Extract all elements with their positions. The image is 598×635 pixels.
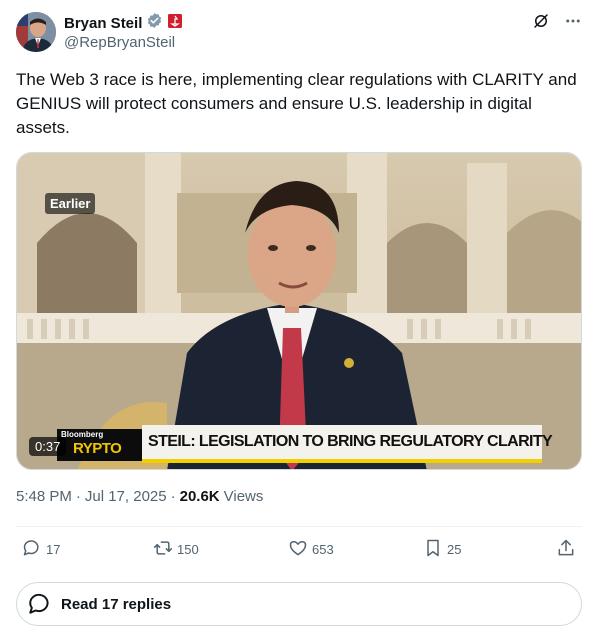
bookmark-count: 25 (447, 542, 462, 557)
repost-button[interactable]: 150 (153, 538, 199, 561)
divider-top (16, 526, 582, 527)
house-seal-icon (167, 13, 183, 34)
tweet-date[interactable]: Jul 17, 2025 (85, 488, 167, 505)
views-count: 20.6K (179, 488, 220, 505)
earlier-badge: Earlier (45, 193, 96, 214)
action-bar: 17 150 653 25 (16, 538, 582, 562)
tweet-header: Bryan Steil @RepBryanSteil (16, 12, 582, 56)
like-button[interactable]: 653 (288, 538, 334, 561)
grok-icon[interactable] (532, 12, 550, 35)
reply-count: 17 (46, 542, 61, 557)
meta-separator-2: · (170, 488, 176, 505)
earlier-label: Earlier (50, 196, 91, 211)
repost-count: 150 (177, 542, 199, 557)
views-label: Views (223, 488, 264, 505)
tweet-meta: 5:48 PM · Jul 17, 2025 · 20.6K Views (16, 488, 263, 505)
tweet-time[interactable]: 5:48 PM (16, 488, 72, 505)
read-replies-button[interactable]: Read 17 replies (16, 582, 582, 626)
author-handle[interactable]: @RepBryanSteil (64, 34, 183, 51)
reply-button[interactable]: 17 (22, 538, 60, 561)
network-label: Bloomberg (61, 430, 104, 439)
bookmark-icon (423, 538, 443, 561)
show-label: RYPTO (73, 440, 122, 457)
repost-icon (153, 538, 173, 561)
read-replies-label: Read 17 replies (61, 595, 172, 613)
duration-label: 0:37 (35, 439, 61, 454)
heart-icon (288, 538, 308, 561)
share-icon (556, 538, 576, 561)
share-button[interactable] (556, 538, 576, 561)
author-display-name[interactable]: Bryan Steil (64, 15, 142, 32)
author-names: Bryan Steil @RepBryanSteil (64, 13, 183, 51)
video-player[interactable]: Earlier Bloomberg RYPTO STEIL: LEGISLATI… (16, 152, 582, 470)
video-duration: 0:37 (29, 437, 67, 456)
tweet-text: The Web 3 race is here, implementing cle… (16, 70, 582, 137)
more-icon[interactable] (564, 12, 582, 35)
lower-third-headline: STEIL: LEGISLATION TO BRING REGULATORY C… (148, 433, 553, 450)
like-count: 653 (312, 542, 334, 557)
avatar[interactable] (16, 12, 56, 52)
reply-icon (22, 538, 42, 561)
verified-badge-icon (146, 12, 163, 34)
chat-bubble-icon (27, 591, 53, 617)
bookmark-button[interactable]: 25 (423, 538, 461, 561)
meta-separator: · (75, 488, 81, 505)
